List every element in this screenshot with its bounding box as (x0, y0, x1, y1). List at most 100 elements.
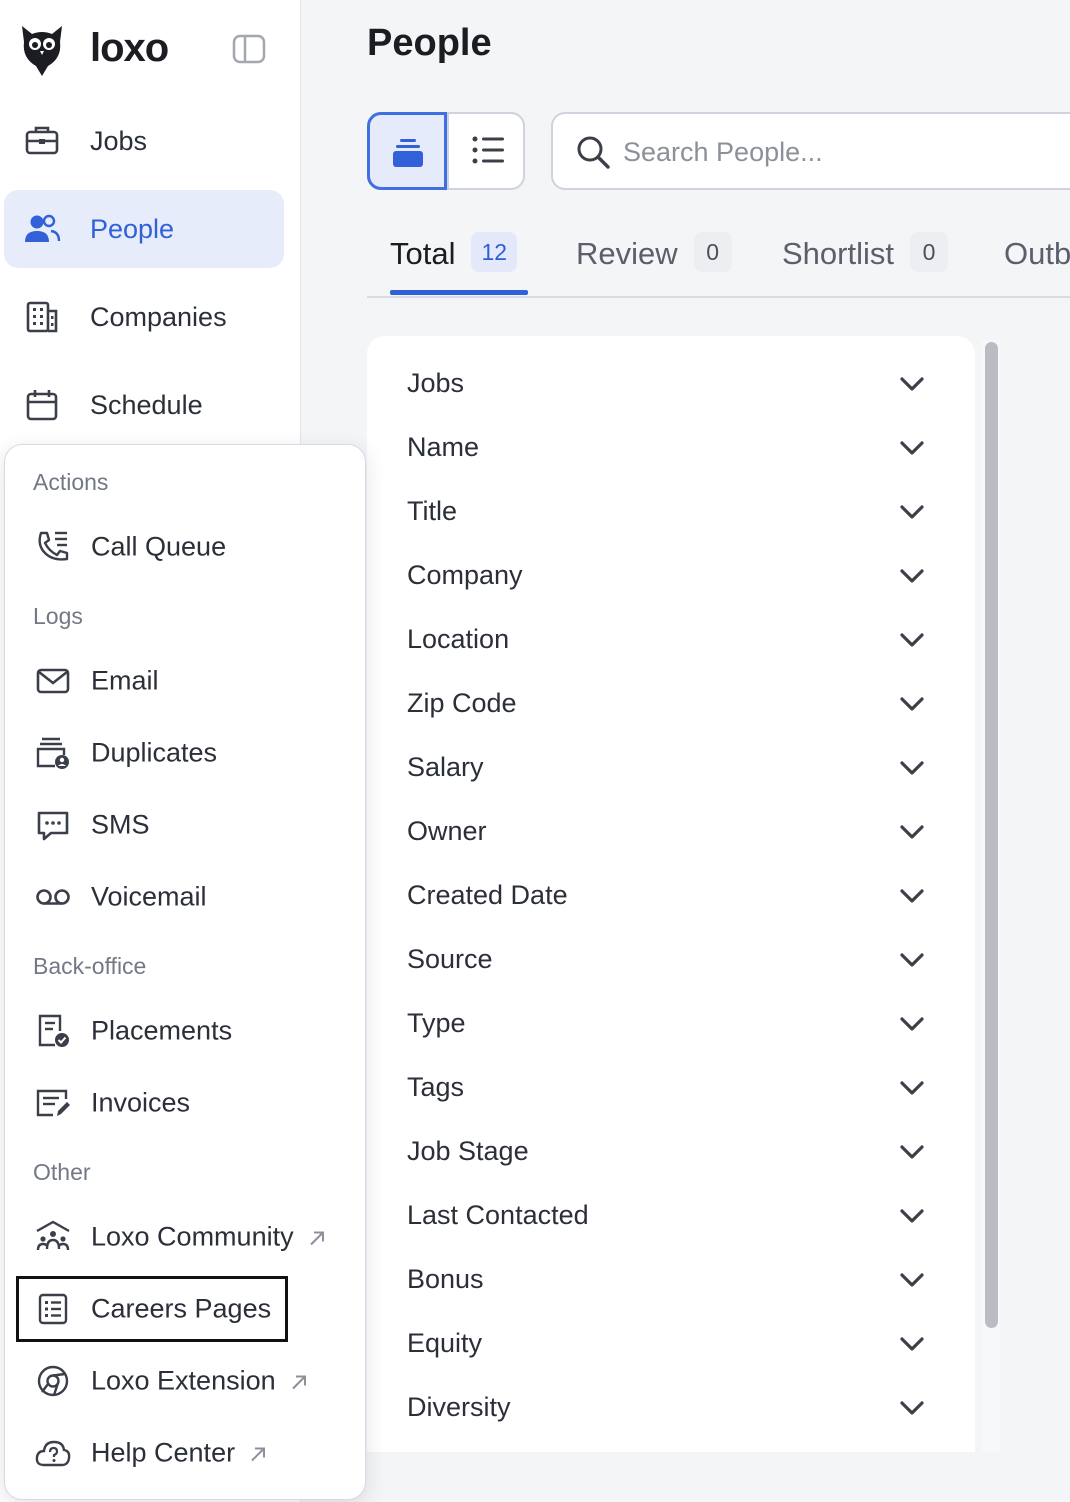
sidebar-item-jobs[interactable]: Jobs (4, 102, 284, 180)
menu-item-label: Loxo Community (91, 1222, 326, 1253)
chevron-down-icon (899, 824, 925, 840)
envelope-icon (33, 661, 73, 701)
external-link-icon (290, 1373, 308, 1391)
tab-label: Shortlist (782, 236, 894, 271)
sidebar-item-label: Jobs (90, 125, 148, 156)
scrollbar-thumb[interactable] (985, 342, 998, 1328)
menu-item-label: Voicemail (91, 881, 207, 912)
people-icon (22, 209, 62, 249)
sidebar-item-people[interactable]: People (4, 190, 284, 268)
menu-item-voicemail[interactable]: Voicemail (15, 867, 351, 927)
menu-item-label: Duplicates (91, 737, 218, 768)
filter-bonus[interactable]: Bonus (367, 1250, 975, 1314)
tab-review[interactable]: Review 0 (576, 232, 732, 294)
filter-label: Salary (407, 752, 484, 782)
chevron-down-icon (899, 440, 925, 456)
sidebar-item-companies[interactable]: Companies (4, 278, 284, 356)
chevron-down-icon (899, 888, 925, 904)
menu-item-sms[interactable]: SMS (15, 795, 351, 855)
highlight-box-careers-pages (16, 1276, 288, 1342)
chevron-down-icon (899, 1272, 925, 1288)
tab-label: Total (390, 236, 456, 271)
filter-panel: Jobs Name Title Company Location Zip Cod… (367, 336, 975, 1452)
chevron-down-icon (899, 376, 925, 392)
count-badge: 0 (693, 232, 732, 272)
chevron-down-icon (899, 760, 925, 776)
chevron-down-icon (899, 1336, 925, 1352)
search-icon (575, 134, 611, 170)
chevron-down-icon (899, 632, 925, 648)
menu-item-email[interactable]: Email (15, 651, 351, 711)
filter-salary[interactable]: Salary (367, 738, 975, 802)
search-input[interactable] (621, 128, 1065, 176)
tab-bar: Total 12 Review 0 Shortlist 0 Outb (367, 222, 1070, 298)
filter-source[interactable]: Source (367, 930, 975, 994)
filter-label: Source (407, 944, 493, 974)
menu-item-label: Help Center (91, 1438, 267, 1469)
sidebar-item-label: Schedule (90, 389, 203, 420)
chat-bubble-icon (33, 805, 73, 845)
chevron-down-icon (899, 1080, 925, 1096)
tab-shortlist[interactable]: Shortlist 0 (782, 232, 948, 294)
menu-item-label: Email (91, 665, 159, 696)
filter-label: Created Date (407, 880, 568, 910)
tab-total[interactable]: Total 12 (390, 232, 518, 294)
filter-label: Job Stage (407, 1136, 529, 1166)
menu-item-duplicates[interactable]: Duplicates (15, 723, 351, 783)
menu-item-loxo-extension[interactable]: Loxo Extension (15, 1351, 351, 1411)
filter-label: Location (407, 624, 510, 654)
filter-company[interactable]: Company (367, 546, 975, 610)
filter-zip-code[interactable]: Zip Code (367, 674, 975, 738)
page-title: People (367, 22, 492, 64)
active-tab-indicator (390, 290, 528, 295)
filter-created-date[interactable]: Created Date (367, 866, 975, 930)
filter-type[interactable]: Type (367, 994, 975, 1058)
list-view-button[interactable] (447, 112, 529, 190)
filter-last-contacted[interactable]: Last Contacted (367, 1186, 975, 1250)
filter-location[interactable]: Location (367, 610, 975, 674)
sidebar-item-schedule[interactable]: Schedule (4, 366, 284, 444)
menu-item-label: Call Queue (91, 531, 227, 562)
filter-tags[interactable]: Tags (367, 1058, 975, 1122)
calendar-icon (22, 385, 62, 425)
menu-item-help-center[interactable]: Help Center (15, 1423, 351, 1483)
logo[interactable]: loxo (18, 22, 278, 78)
filter-owner[interactable]: Owner (367, 802, 975, 866)
menu-item-label: SMS (91, 809, 150, 840)
chevron-down-icon (899, 1144, 925, 1160)
voicemail-icon (33, 877, 73, 917)
community-icon (33, 1217, 73, 1257)
tab-outbound[interactable]: Outb (1004, 232, 1070, 294)
menu-item-invoices[interactable]: Invoices (15, 1073, 351, 1133)
filter-jobs[interactable]: Jobs (367, 354, 975, 418)
menu-item-call-queue[interactable]: Call Queue (15, 517, 351, 577)
menu-item-text: Loxo Extension (91, 1365, 276, 1396)
sidebar-item-label: Companies (90, 301, 227, 332)
filter-title[interactable]: Title (367, 482, 975, 546)
filter-label: Equity (407, 1328, 483, 1358)
tab-label: Outb (1004, 236, 1070, 271)
menu-item-label: Loxo Extension (91, 1366, 308, 1397)
section-header-other: Other (33, 1159, 91, 1185)
chevron-down-icon (899, 504, 925, 520)
filter-name[interactable]: Name (367, 418, 975, 482)
count-badge: 0 (909, 232, 948, 272)
external-link-icon (249, 1445, 267, 1463)
filter-diversity[interactable]: Diversity (367, 1378, 975, 1442)
duplicates-icon (33, 733, 73, 773)
card-view-button[interactable] (367, 112, 447, 190)
menu-item-placements[interactable]: Placements (15, 1001, 351, 1061)
menu-item-loxo-community[interactable]: Loxo Community (15, 1207, 351, 1267)
sidebar-collapse-icon[interactable] (232, 34, 266, 64)
help-cloud-icon (33, 1433, 73, 1473)
section-header-back-office: Back-office (33, 953, 147, 979)
filter-label: Jobs (407, 368, 465, 398)
chevron-down-icon (899, 696, 925, 712)
filter-job-stage[interactable]: Job Stage (367, 1122, 975, 1186)
filter-equity[interactable]: Equity (367, 1314, 975, 1378)
menu-item-text: Loxo Community (91, 1221, 294, 1252)
brand-name: loxo (90, 26, 169, 70)
section-header-actions: Actions (33, 469, 109, 495)
chevron-down-icon (899, 952, 925, 968)
invoice-edit-icon (33, 1083, 73, 1123)
